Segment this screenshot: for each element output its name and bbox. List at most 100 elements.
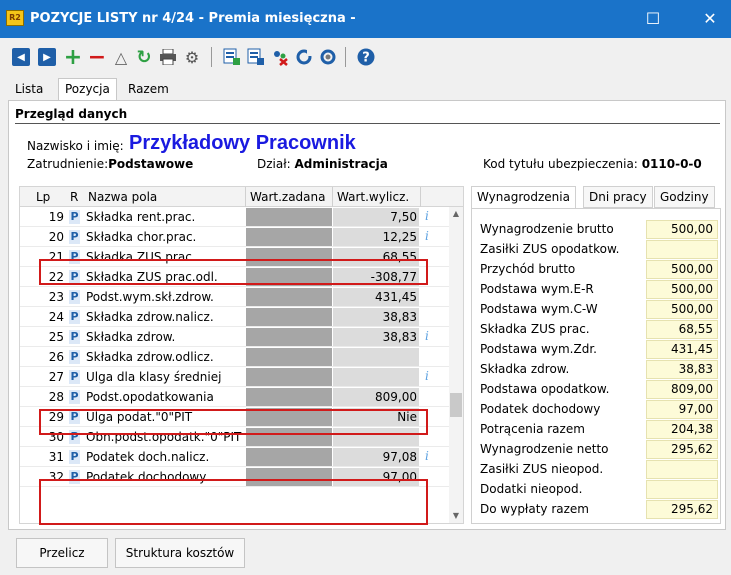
- column-target-value[interactable]: Wart.zadana: [250, 190, 326, 204]
- summary-value: [646, 480, 718, 499]
- cost-structure-button[interactable]: Struktura kosztów: [115, 538, 245, 568]
- row-computed-value: 38,83: [382, 330, 417, 344]
- summary-value: 500,00: [646, 280, 718, 299]
- row-type-badge: P: [69, 370, 80, 384]
- user-refresh-icon[interactable]: [318, 47, 338, 67]
- grid-header: Lp R Nazwa pola Wart.zadana Wart.wylicz.: [20, 187, 463, 207]
- toolbar-separator: [211, 47, 212, 67]
- table-row[interactable]: 24 P Składka zdrow.nalicz. 38,83: [20, 307, 450, 327]
- table-row[interactable]: 25 P Składka zdrow. 38,83 i: [20, 327, 450, 347]
- recalc-button[interactable]: Przelicz: [16, 538, 108, 568]
- scroll-thumb[interactable]: [450, 393, 462, 417]
- info-icon[interactable]: i: [425, 329, 429, 343]
- tab-dni-pracy[interactable]: Dni pracy: [583, 186, 653, 208]
- summary-row: Podstawa wym.Zdr. 431,45: [480, 339, 720, 359]
- delete-calc-icon[interactable]: [270, 47, 290, 67]
- close-button[interactable]: ✕: [699, 8, 721, 30]
- info-icon[interactable]: i: [425, 449, 429, 463]
- summary-value: 295,62: [646, 500, 718, 519]
- row-target-value-cell[interactable]: [246, 328, 332, 346]
- summary-row: Składka zdrow. 38,83: [480, 359, 720, 379]
- help-icon[interactable]: ?: [356, 47, 376, 67]
- toolbar: ◀ ▶ + − △ ↻ ⚙ ?: [0, 38, 731, 76]
- row-lp: 25: [48, 330, 64, 344]
- summary-row: Podstawa opodatkow. 809,00: [480, 379, 720, 399]
- highlight-box: [39, 479, 428, 525]
- table-row[interactable]: 31 P Podatek doch.nalicz. 97,08 i: [20, 447, 450, 467]
- remove-icon[interactable]: −: [87, 45, 107, 70]
- table-row[interactable]: 19 P Składka rent.prac. 7,50 i: [20, 207, 450, 227]
- summary-label: Potrącenia razem: [480, 422, 585, 436]
- summary-value: 97,00: [646, 400, 718, 419]
- row-target-value-cell[interactable]: [246, 288, 332, 306]
- info-icon[interactable]: i: [425, 209, 429, 223]
- prev-icon[interactable]: ◀: [12, 48, 30, 66]
- tab-wynagrodzenia[interactable]: Wynagrodzenia: [471, 186, 576, 208]
- table-row[interactable]: 26 P Składka zdrow.odlicz.: [20, 347, 450, 367]
- tab-godziny[interactable]: Godziny: [654, 186, 715, 208]
- table-row[interactable]: 20 P Składka chor.prac. 12,25 i: [20, 227, 450, 247]
- warning-icon[interactable]: △: [111, 47, 131, 67]
- column-divider: [420, 187, 421, 207]
- table-row[interactable]: 28 P Podst.opodatkowania 809,00: [20, 387, 450, 407]
- row-type-badge: P: [69, 390, 80, 404]
- summary-label: Wynagrodzenie brutto: [480, 222, 614, 236]
- column-r[interactable]: R: [70, 190, 78, 204]
- summary-row: Podstawa wym.E-R 500,00: [480, 279, 720, 299]
- next-icon[interactable]: ▶: [38, 48, 56, 66]
- print-icon[interactable]: [158, 47, 178, 67]
- tab-razem[interactable]: Razem: [121, 78, 176, 100]
- add-icon[interactable]: +: [63, 45, 83, 70]
- summary-value: 500,00: [646, 220, 718, 239]
- column-computed-value[interactable]: Wart.wylicz.: [337, 190, 409, 204]
- department-info: Dział: Administracja: [257, 157, 388, 171]
- refresh-icon[interactable]: ↻: [134, 47, 154, 68]
- row-target-value-cell[interactable]: [246, 208, 332, 226]
- tab-lista[interactable]: Lista: [8, 78, 50, 100]
- department-label: Dział:: [257, 157, 291, 171]
- row-lp: 20: [48, 230, 64, 244]
- row-target-value-cell[interactable]: [246, 368, 332, 386]
- department-value: Administracja: [294, 157, 388, 171]
- insurance-label: Kod tytułu ubezpieczenia:: [483, 157, 638, 171]
- table-row[interactable]: 23 P Podst.wym.skł.zdrow. 431,45: [20, 287, 450, 307]
- row-field-name: Składka zdrow.nalicz.: [86, 310, 214, 324]
- row-type-badge: P: [69, 210, 80, 224]
- summary-value: 809,00: [646, 380, 718, 399]
- row-target-value-cell[interactable]: [246, 228, 332, 246]
- table-row[interactable]: 27 P Ulga dla klasy średniej i: [20, 367, 450, 387]
- row-target-value-cell[interactable]: [246, 448, 332, 466]
- row-lp: 27: [48, 370, 64, 384]
- section-title: Przegląd danych: [15, 107, 128, 121]
- calc-list-icon[interactable]: [246, 47, 266, 67]
- info-icon[interactable]: i: [425, 229, 429, 243]
- maximize-button[interactable]: ☐: [642, 8, 664, 30]
- column-name[interactable]: Nazwa pola: [88, 190, 157, 204]
- highlight-box: [39, 409, 428, 435]
- column-lp[interactable]: Lp: [36, 190, 50, 204]
- row-target-value-cell[interactable]: [246, 308, 332, 326]
- calc-icon[interactable]: [222, 47, 242, 67]
- summary-label: Podatek dochodowy: [480, 402, 601, 416]
- tab-pozycja[interactable]: Pozycja: [58, 78, 117, 101]
- summary-tabs: Wynagrodzenia Dni pracy Godziny: [471, 186, 721, 208]
- row-lp: 26: [48, 350, 64, 364]
- scroll-down-icon[interactable]: ▼: [449, 509, 463, 523]
- title-bar: R2 POZYCJE LISTY nr 4/24 - Premia miesię…: [0, 0, 731, 38]
- row-computed-value-cell: [333, 348, 419, 366]
- summary-label: Zasiłki ZUS nieopod.: [480, 462, 604, 476]
- info-icon[interactable]: i: [425, 369, 429, 383]
- row-computed-value: 7,50: [390, 210, 417, 224]
- grid-scrollbar[interactable]: ▲ ▼: [449, 207, 463, 523]
- row-target-value-cell[interactable]: [246, 348, 332, 366]
- settings-icon[interactable]: ⚙: [182, 47, 202, 67]
- summary-value: 500,00: [646, 260, 718, 279]
- row-field-name: Składka zdrow.odlicz.: [86, 350, 214, 364]
- positions-grid[interactable]: Lp R Nazwa pola Wart.zadana Wart.wylicz.…: [19, 186, 464, 525]
- row-target-value-cell[interactable]: [246, 388, 332, 406]
- summary-label: Podstawa opodatkow.: [480, 382, 610, 396]
- scroll-up-icon[interactable]: ▲: [449, 207, 463, 221]
- cycle-icon[interactable]: [294, 47, 314, 67]
- summary-label: Podstawa wym.E-R: [480, 282, 594, 296]
- section-divider: [15, 123, 720, 124]
